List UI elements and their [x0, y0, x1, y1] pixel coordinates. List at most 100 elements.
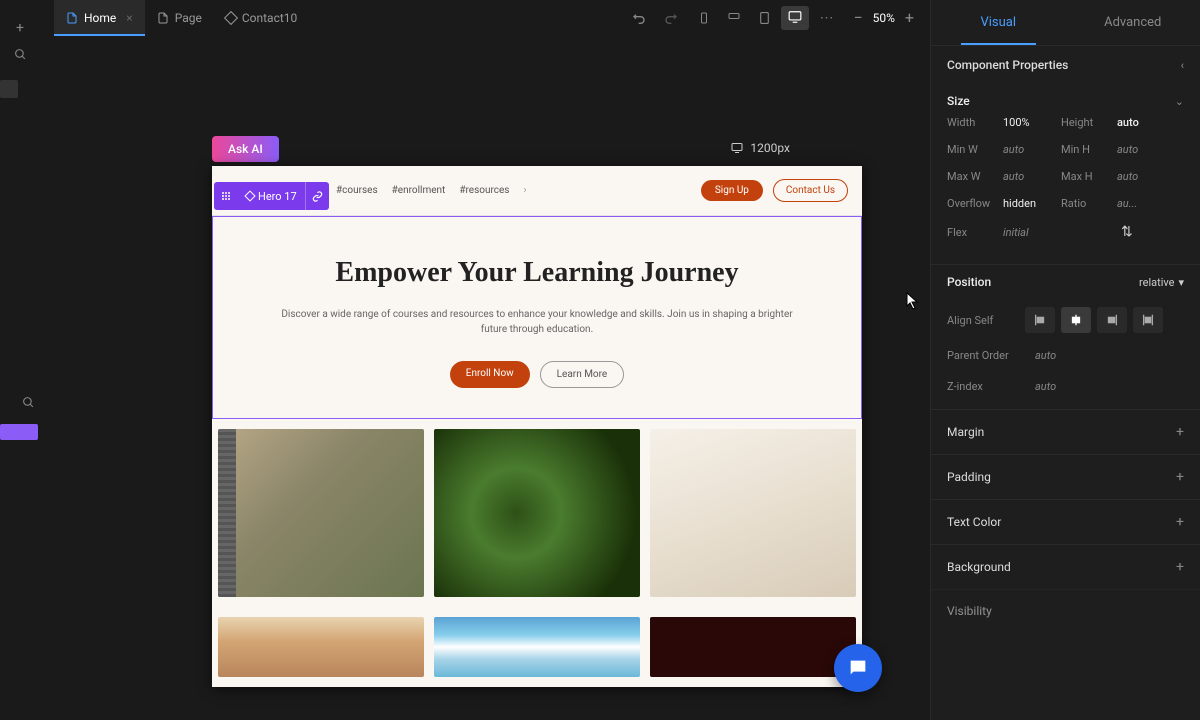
- align-stretch-button[interactable]: [1133, 307, 1163, 333]
- signup-button[interactable]: Sign Up: [701, 180, 763, 201]
- zoom-out-button[interactable]: −: [853, 8, 862, 27]
- parent-order-value[interactable]: auto: [1035, 349, 1056, 362]
- device-desktop-icon[interactable]: [781, 6, 809, 30]
- image-grid: [212, 419, 862, 607]
- page-preview[interactable]: Hero 17 #courses #enrollment #resources …: [212, 166, 862, 687]
- search-tool-icon[interactable]: [10, 44, 30, 64]
- doc-icon: [66, 12, 78, 24]
- margin-section[interactable]: Margin +: [931, 409, 1200, 454]
- height-value[interactable]: auto: [1117, 116, 1175, 129]
- flex-direction-icon[interactable]: ⇅: [1121, 224, 1133, 240]
- component-properties-header[interactable]: Component Properties ‹: [931, 46, 1200, 84]
- minh-value[interactable]: auto: [1117, 143, 1175, 156]
- selection-label[interactable]: Hero 17: [238, 182, 305, 210]
- plus-icon: +: [1176, 469, 1184, 485]
- redo-icon[interactable]: [662, 10, 678, 26]
- device-phone-landscape-icon[interactable]: [720, 6, 748, 30]
- align-center-button[interactable]: [1061, 307, 1091, 333]
- plus-icon: +: [1176, 514, 1184, 530]
- maxw-value[interactable]: auto: [1003, 170, 1061, 183]
- parent-order-label: Parent Order: [947, 349, 1035, 362]
- overflow-value[interactable]: hidden: [1003, 197, 1061, 210]
- image-grid: [212, 607, 862, 687]
- nav-link[interactable]: #enrollment: [392, 185, 446, 196]
- chat-icon: [847, 657, 869, 679]
- canvas[interactable]: Ask AI 1200px Hero 17 #courses #enrollme…: [40, 36, 930, 720]
- device-tablet-icon[interactable]: [752, 6, 777, 30]
- flex-value[interactable]: initial: [1003, 226, 1061, 239]
- plus-icon: +: [1176, 424, 1184, 440]
- zindex-value[interactable]: auto: [1035, 380, 1056, 393]
- background-section[interactable]: Background +: [931, 544, 1200, 589]
- component-icon: [244, 190, 255, 201]
- contact-button[interactable]: Contact Us: [773, 179, 848, 202]
- learn-more-button[interactable]: Learn More: [540, 361, 625, 388]
- tab-contact10[interactable]: Contact10: [214, 0, 309, 36]
- align-self-label: Align Self: [947, 314, 1015, 327]
- align-end-button[interactable]: [1097, 307, 1127, 333]
- gallery-image[interactable]: [434, 429, 640, 597]
- device-phone-icon[interactable]: [692, 6, 716, 30]
- width-label: Width: [947, 116, 1003, 129]
- minh-label: Min H: [1061, 143, 1117, 156]
- properties-panel: Visual Advanced Component Properties ‹ S…: [930, 0, 1200, 720]
- left-toolbar: +: [0, 0, 40, 720]
- tab-page[interactable]: Page: [145, 0, 214, 36]
- visibility-section[interactable]: Visibility: [931, 589, 1200, 632]
- chevron-down-icon: ⌄: [1175, 95, 1184, 108]
- enroll-button[interactable]: Enroll Now: [450, 361, 530, 388]
- height-label: Height: [1061, 116, 1117, 129]
- doc-icon: [157, 12, 169, 24]
- gallery-image[interactable]: [434, 617, 640, 677]
- overflow-label: Overflow: [947, 197, 1003, 210]
- link-icon[interactable]: [305, 182, 329, 210]
- align-start-button[interactable]: [1025, 307, 1055, 333]
- nav-link[interactable]: #courses: [336, 185, 378, 196]
- size-header[interactable]: Size ⌄: [931, 84, 1200, 112]
- tab-advanced[interactable]: Advanced: [1066, 0, 1200, 45]
- selection-indicator[interactable]: Hero 17: [214, 182, 329, 210]
- zoom-in-button[interactable]: +: [905, 8, 914, 27]
- plus-icon: +: [1176, 559, 1184, 575]
- undo-icon[interactable]: [632, 10, 648, 26]
- viewport-size-label: 1200px: [730, 141, 790, 155]
- position-value[interactable]: relative ▾: [1139, 276, 1184, 289]
- minw-label: Min W: [947, 143, 1003, 156]
- close-icon[interactable]: ×: [126, 11, 132, 25]
- add-tool-icon[interactable]: +: [10, 18, 30, 38]
- minw-value[interactable]: auto: [1003, 143, 1061, 156]
- tab-label: Contact10: [242, 11, 297, 25]
- width-value[interactable]: 100%: [1003, 116, 1061, 129]
- hero-description: Discover a wide range of courses and res…: [267, 307, 807, 337]
- drag-handle-icon[interactable]: [214, 182, 238, 210]
- tab-label: Page: [175, 11, 202, 25]
- gallery-image[interactable]: [218, 617, 424, 677]
- sidebar-search-icon[interactable]: [22, 396, 36, 410]
- nav-link[interactable]: #resources: [459, 185, 509, 196]
- position-label: Position: [947, 275, 991, 289]
- hero-title: Empower Your Learning Journey: [243, 257, 831, 289]
- maxh-label: Max H: [1061, 170, 1117, 183]
- ratio-value[interactable]: au...: [1117, 197, 1175, 210]
- nav-links: #courses #enrollment #resources ›: [336, 185, 527, 196]
- sidebar-active-item[interactable]: [0, 424, 38, 440]
- gallery-image[interactable]: [650, 429, 856, 597]
- text-color-section[interactable]: Text Color +: [931, 499, 1200, 544]
- tab-visual[interactable]: Visual: [931, 0, 1066, 45]
- collapsed-panel-item[interactable]: [0, 80, 18, 98]
- zoom-value[interactable]: 50%: [873, 11, 895, 25]
- cursor-icon: [906, 292, 920, 310]
- chat-button[interactable]: [834, 644, 882, 692]
- tab-bar: Home × Page Contact10 ⋯ − 50% +: [40, 0, 930, 36]
- maxh-value[interactable]: auto: [1117, 170, 1175, 183]
- hero-section[interactable]: Empower Your Learning Journey Discover a…: [212, 216, 862, 419]
- gallery-image[interactable]: [650, 617, 856, 677]
- ask-ai-button[interactable]: Ask AI: [212, 136, 279, 162]
- gallery-image[interactable]: [218, 429, 424, 597]
- main-area: Home × Page Contact10 ⋯ − 50% +: [40, 0, 930, 720]
- padding-section[interactable]: Padding +: [931, 454, 1200, 499]
- device-more-icon[interactable]: ⋯: [813, 6, 839, 30]
- zindex-label: Z-index: [947, 380, 1035, 393]
- tab-home[interactable]: Home ×: [54, 0, 145, 36]
- chevron-down-icon: ▾: [1178, 276, 1184, 289]
